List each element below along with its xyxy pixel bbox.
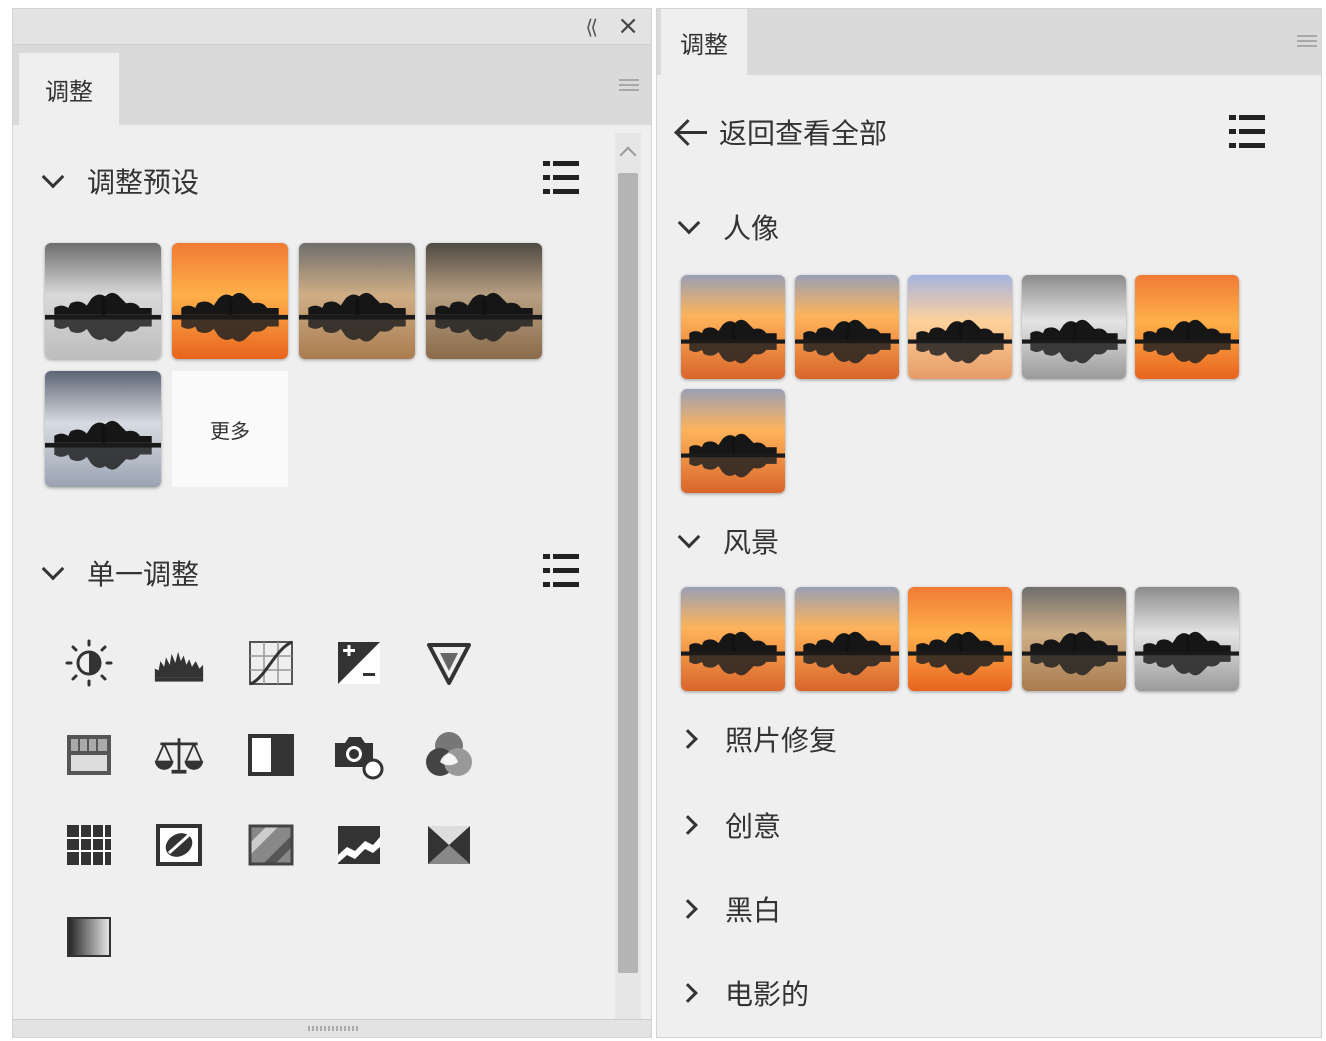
scroll-up-arrow-icon[interactable] bbox=[619, 146, 637, 164]
landscape-preset-thumbnail[interactable] bbox=[681, 587, 785, 691]
section-title-presets: 调整预设 bbox=[87, 166, 200, 199]
preset-thumbnail-warm-fade[interactable] bbox=[299, 243, 415, 359]
section-title-cinematic: 电影的 bbox=[725, 978, 810, 1011]
more-presets-button[interactable]: 更多 bbox=[172, 371, 288, 487]
landscape-preset-thumbnail[interactable] bbox=[1022, 587, 1126, 691]
tab-label: 调整 bbox=[680, 30, 728, 59]
black-white-icon[interactable] bbox=[245, 729, 297, 781]
curves-icon[interactable] bbox=[245, 637, 297, 689]
section-header-landscape[interactable]: 风景 bbox=[677, 519, 780, 563]
preset-thumbnail-default[interactable] bbox=[45, 243, 161, 359]
section-title-portrait: 人像 bbox=[723, 212, 780, 245]
chevron-down-icon bbox=[677, 525, 701, 549]
back-arrow-icon bbox=[675, 118, 707, 146]
section-header-portrait[interactable]: 人像 bbox=[677, 205, 780, 249]
selective-color-icon[interactable] bbox=[423, 819, 475, 871]
chevron-right-icon bbox=[678, 899, 698, 919]
landscape-preset-thumbnail[interactable] bbox=[795, 587, 899, 691]
portrait-preset-thumbnail[interactable] bbox=[681, 275, 785, 379]
list-view-icon[interactable] bbox=[543, 554, 579, 588]
section-header-cinematic[interactable]: 电影的 bbox=[678, 971, 810, 1015]
portrait-preset-thumbnail[interactable] bbox=[1022, 275, 1126, 379]
more-label: 更多 bbox=[210, 418, 250, 443]
back-to-all-button[interactable]: 返回查看全部 bbox=[675, 109, 887, 155]
preset-thumbnail-sepia[interactable] bbox=[426, 243, 542, 359]
chevron-right-icon bbox=[678, 983, 698, 1003]
invert-icon[interactable] bbox=[153, 819, 205, 871]
list-view-icon[interactable] bbox=[1229, 115, 1265, 149]
presets-section-header[interactable]: 调整预设 bbox=[41, 159, 200, 203]
back-label: 返回查看全部 bbox=[719, 117, 888, 150]
section-header-photo-restoration[interactable]: 照片修复 bbox=[678, 717, 838, 761]
section-title-single-adjust: 单一调整 bbox=[87, 558, 200, 591]
resize-grip[interactable] bbox=[13, 1019, 651, 1037]
adjustments-panel-right: 调整 返回查看全部 人像 风景 照片修复 创意 黑白 电影的 bbox=[656, 8, 1322, 1038]
color-lookup-icon[interactable] bbox=[63, 819, 115, 871]
tab-bar: 调整 bbox=[657, 9, 1321, 75]
landscape-preset-thumbnail[interactable] bbox=[1135, 587, 1239, 691]
chevron-right-icon bbox=[678, 729, 698, 749]
section-title-landscape: 风景 bbox=[723, 526, 780, 559]
adjustments-panel-left: ⟨⟨ × 调整 调整预设 更多 单一调整 bbox=[12, 8, 652, 1038]
panel-menu-icon[interactable] bbox=[619, 79, 639, 91]
chevron-down-icon bbox=[41, 165, 65, 189]
section-title-photo-restoration: 照片修复 bbox=[725, 724, 838, 757]
section-title-creative: 创意 bbox=[725, 810, 782, 843]
vibrance-icon[interactable] bbox=[423, 637, 475, 689]
section-header-creative[interactable]: 创意 bbox=[678, 803, 782, 847]
chevron-down-icon bbox=[677, 211, 701, 235]
panel-title-bar: ⟨⟨ × bbox=[13, 9, 651, 45]
section-title-black-white: 黑白 bbox=[725, 894, 782, 927]
channel-mixer-icon[interactable] bbox=[423, 729, 475, 781]
tab-bar: 调整 bbox=[13, 45, 651, 125]
photo-filter-icon[interactable] bbox=[333, 729, 385, 781]
preset-thumbnail-orange[interactable] bbox=[172, 243, 288, 359]
portrait-preset-thumbnail[interactable] bbox=[795, 275, 899, 379]
grip-dots bbox=[308, 1026, 358, 1031]
tab-adjustments[interactable]: 调整 bbox=[661, 9, 747, 75]
chevron-right-icon bbox=[678, 815, 698, 835]
gradient-map-icon[interactable] bbox=[63, 911, 115, 963]
threshold-icon[interactable] bbox=[333, 819, 385, 871]
landscape-preset-thumbnail[interactable] bbox=[908, 587, 1012, 691]
single-adjust-section-header[interactable]: 单一调整 bbox=[41, 551, 200, 595]
vertical-scrollbar[interactable] bbox=[615, 133, 641, 1021]
posterize-icon[interactable] bbox=[245, 819, 297, 871]
exposure-icon[interactable] bbox=[333, 637, 385, 689]
tab-label: 调整 bbox=[45, 77, 93, 106]
panel-menu-icon[interactable] bbox=[1297, 35, 1317, 47]
preset-thumbnail-cool-blue[interactable] bbox=[45, 371, 161, 487]
close-icon[interactable]: × bbox=[617, 11, 639, 41]
color-balance-icon[interactable] bbox=[153, 729, 205, 781]
scrollbar-thumb[interactable] bbox=[618, 173, 638, 973]
collapse-panel-icon[interactable]: ⟨⟨ bbox=[585, 15, 597, 39]
list-view-icon[interactable] bbox=[543, 161, 579, 195]
levels-icon[interactable] bbox=[153, 637, 205, 689]
chevron-down-icon bbox=[41, 557, 65, 581]
brightness-contrast-icon[interactable] bbox=[63, 637, 115, 689]
portrait-preset-thumbnail[interactable] bbox=[1135, 275, 1239, 379]
hue-saturation-icon[interactable] bbox=[63, 729, 115, 781]
tab-adjustments[interactable]: 调整 bbox=[19, 53, 119, 125]
portrait-preset-thumbnail[interactable] bbox=[908, 275, 1012, 379]
portrait-preset-thumbnail[interactable] bbox=[681, 389, 785, 493]
section-header-black-white[interactable]: 黑白 bbox=[678, 887, 782, 931]
